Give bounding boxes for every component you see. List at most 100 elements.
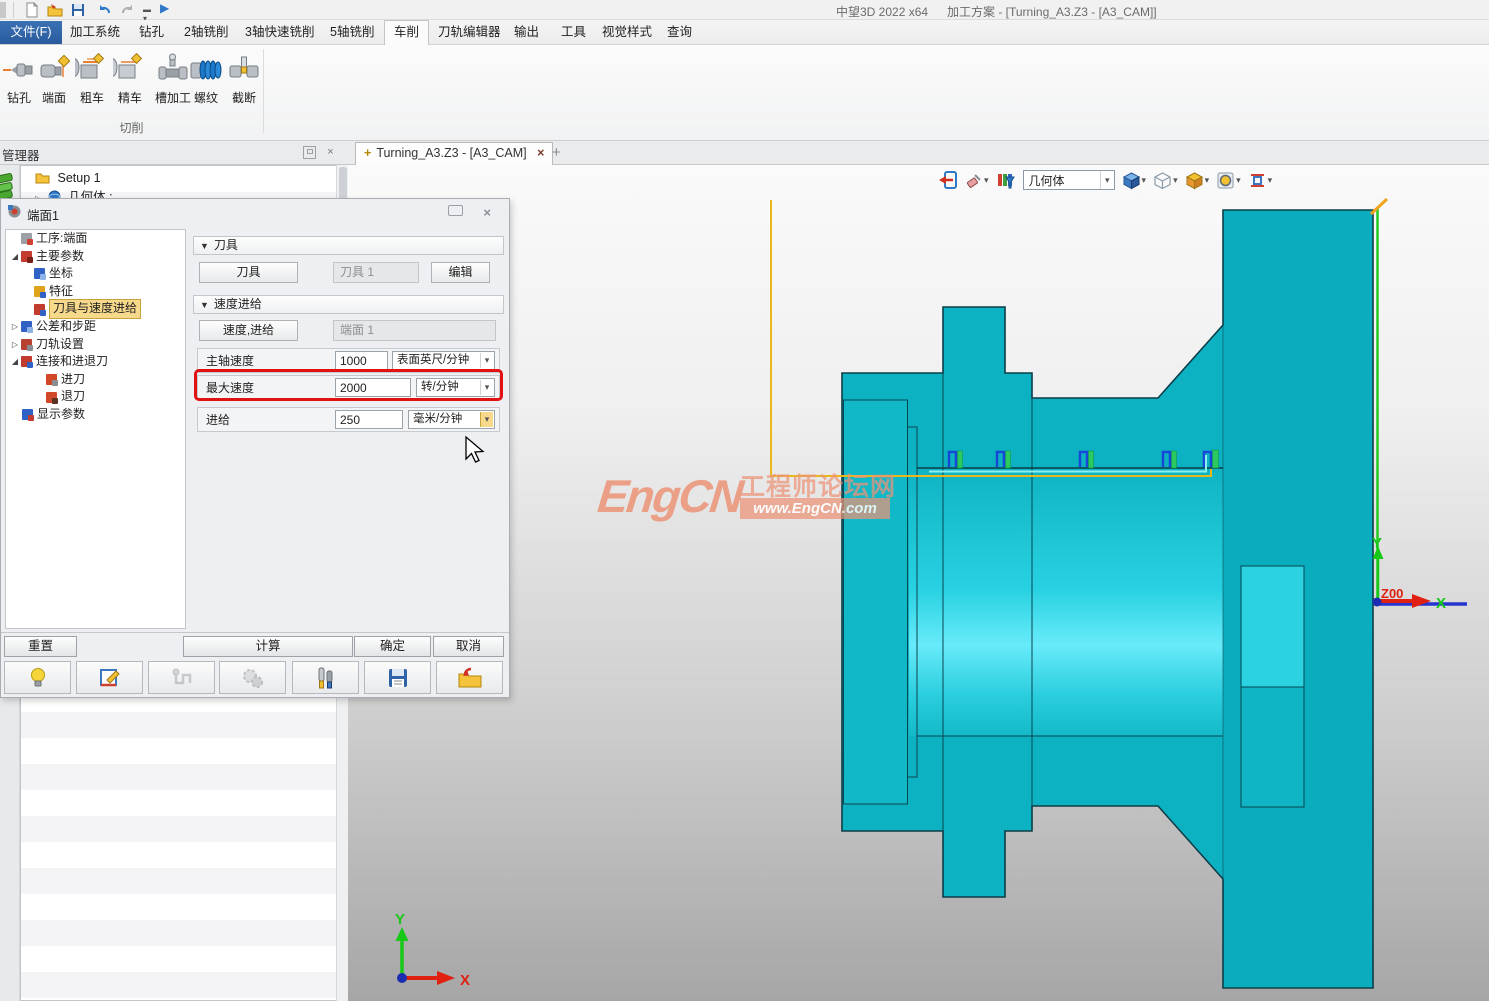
layer-manager-icon[interactable] — [0, 173, 18, 199]
calculate-button[interactable]: 计算 — [183, 636, 353, 657]
shaded-display[interactable]: ▾ — [1122, 171, 1147, 190]
menu-tab-inquire[interactable]: 查询 — [667, 20, 692, 45]
ribbon-tool-facing[interactable]: 端面 — [36, 53, 72, 106]
ribbon-tool-cutoff[interactable]: 截断 — [226, 53, 262, 106]
tree-item-tool-feed[interactable]: 刀具与速度进给 — [6, 300, 185, 318]
wireframe-display[interactable]: ▾ — [1153, 171, 1178, 190]
menu-tab-turning[interactable]: 车削 — [384, 20, 429, 45]
tool-manager-button[interactable] — [292, 661, 359, 694]
menu-tab-5axis-mill[interactable]: 5轴铣削 — [330, 20, 374, 45]
zoom-lens-tool[interactable]: ▾ — [1216, 171, 1241, 190]
hint-button[interactable] — [4, 661, 71, 694]
speed-feed-name-field[interactable]: 端面 1 — [333, 320, 496, 341]
feed-rate-input[interactable] — [335, 410, 403, 429]
lead-in-icon — [46, 374, 57, 385]
view-y-label: Y — [395, 911, 405, 928]
load-operation-button[interactable] — [436, 661, 503, 694]
document-tab[interactable]: +Turning_A3.Z3 - [A3_CAM] × — [355, 142, 553, 165]
ribbon-tool-rough-turn[interactable]: 粗车 — [74, 53, 110, 106]
customize-toolbar-icon[interactable]: ▬▾ — [143, 5, 159, 21]
ribbon: 钻孔 端面 粗车 精车 槽加工 螺纹 截断 切削 — [0, 45, 1489, 141]
machine-y-label: Y — [1372, 535, 1382, 552]
main-params-icon — [21, 251, 32, 262]
operation-dialog: 端面1 × 工序:端面 ◢主要参数 坐标 特征 刀具与速度进给 ▷公差和步距 ▷… — [0, 198, 510, 698]
panel-close-icon[interactable]: × — [324, 146, 337, 159]
menu-tab-drill[interactable]: 钻孔 — [139, 20, 164, 45]
lens-icon — [1216, 171, 1235, 190]
dialog-close-icon[interactable]: × — [483, 205, 491, 220]
model-canvas[interactable]: Y Z00 X Y X — [348, 165, 1489, 1001]
unit-dropdown-icon[interactable]: ▾ — [480, 353, 493, 368]
facing-icon — [37, 53, 71, 87]
reset-button[interactable]: 重置 — [4, 636, 77, 657]
feed-rate-unit-select[interactable]: 毫米/分钟▾ — [408, 410, 495, 429]
menu-tab-visual-style[interactable]: 视觉样式 — [602, 20, 652, 45]
tree-item-feature[interactable]: 特征 — [6, 283, 185, 301]
document-title: 加工方案 - [Turning_A3.Z3 - [A3_CAM]] — [947, 3, 1157, 20]
ribbon-tool-finish-turn[interactable]: 精车 — [112, 53, 148, 106]
feed-section-header[interactable]: ▼速度进给 — [193, 295, 504, 314]
ok-button[interactable]: 确定 — [354, 636, 431, 657]
cancel-button[interactable]: 取消 — [433, 636, 504, 657]
unit-dropdown-icon[interactable]: ▾ — [480, 412, 493, 427]
tool-edit-button[interactable]: 编辑 — [431, 262, 490, 283]
erase-tool[interactable]: ▾ — [965, 171, 989, 189]
ribbon-tool-drill[interactable]: 钻孔 — [2, 53, 36, 106]
viewport-3d[interactable]: Y Z00 X Y X ▾ 几何体 ▾ ▾ ▾ ▾ ▾ ▾ EngCN 工 — [348, 165, 1489, 1001]
menu-tab-output[interactable]: 输出 — [514, 20, 539, 45]
left-end-section-face — [844, 400, 908, 804]
play-icon[interactable]: ▶ — [160, 1, 176, 17]
tree-item-coordinates[interactable]: 坐标 — [6, 265, 185, 283]
new-tab-button[interactable]: + — [552, 144, 561, 161]
link-lead-icon — [21, 356, 32, 367]
tree-item-tolerance[interactable]: ▷公差和步距 — [6, 318, 185, 336]
redo-icon[interactable] — [120, 2, 136, 18]
feature-icon — [34, 286, 45, 297]
save-operation-button[interactable] — [364, 661, 431, 694]
tool-name-field[interactable]: 刀具 1 — [333, 262, 419, 283]
menu-tab-tools[interactable]: 工具 — [561, 20, 586, 45]
tool-button[interactable]: 刀具 — [199, 262, 298, 283]
tree-item-lead-out[interactable]: 退刀 — [6, 388, 185, 406]
panel-restore-icon[interactable] — [303, 146, 316, 159]
open-file-icon[interactable] — [47, 2, 63, 18]
spindle-speed-unit-select[interactable]: 表面英尺/分钟▾ — [392, 351, 495, 370]
dialog-title: 端面1 — [27, 205, 59, 224]
speed-feed-button[interactable]: 速度,进给 — [199, 320, 298, 341]
edit-definition-button[interactable] — [76, 661, 143, 694]
viewport-toolbar: ▾ 几何体 ▾ ▾ ▾ ▾ ▾ ▾ — [938, 168, 1272, 192]
color-filter-icon[interactable] — [996, 171, 1016, 189]
tree-item-setup[interactable]: Setup 1 — [35, 169, 101, 188]
section-view-tool[interactable]: ▾ — [1248, 171, 1273, 190]
comment-icon[interactable] — [448, 205, 463, 216]
menu-tab-3axis-quick-mill[interactable]: 3轴快速铣削 — [245, 20, 314, 45]
tree-item-main-params[interactable]: ◢主要参数 — [6, 248, 185, 266]
tree-item-operation[interactable]: 工序:端面 — [6, 230, 185, 248]
file-menu-button[interactable]: 文件(F) — [0, 21, 62, 44]
tree-item-display-params[interactable]: 显示参数 — [6, 406, 185, 424]
tool-holder-icon — [314, 666, 338, 690]
menu-tab-2axis-mill[interactable]: 2轴铣削 — [184, 20, 228, 45]
tree-item-lead-in[interactable]: 进刀 — [6, 371, 185, 389]
combo-dropdown-icon[interactable]: ▾ — [1100, 171, 1114, 189]
feed-rate-label: 进给 — [206, 411, 230, 428]
tree-item-toolpath-settings[interactable]: ▷刀轨设置 — [6, 336, 185, 354]
save-icon[interactable] — [70, 2, 86, 18]
exit-environment-icon[interactable] — [938, 170, 958, 190]
tree-item-link-lead[interactable]: ◢连接和进退刀 — [6, 353, 185, 371]
undo-icon[interactable] — [96, 2, 112, 18]
tool-section-header[interactable]: ▼刀具 — [193, 236, 504, 255]
app-menu-icon[interactable] — [0, 2, 6, 18]
spindle-speed-input[interactable] — [335, 351, 388, 370]
bounding-box-display[interactable]: ▾ — [1185, 171, 1210, 190]
lightbulb-icon — [28, 667, 48, 689]
display-mode-combo[interactable]: 几何体 ▾ — [1023, 170, 1115, 190]
new-file-icon[interactable] — [24, 2, 40, 18]
tab-close-icon[interactable]: × — [537, 146, 544, 160]
ribbon-tool-thread[interactable]: 螺纹 — [188, 53, 224, 106]
menu-tab-machining-system[interactable]: 加工系统 — [70, 20, 120, 45]
toolpath-button[interactable] — [148, 661, 215, 694]
menu-tab-toolpath-editor[interactable]: 刀轨编辑器 — [438, 20, 501, 45]
machine-simulation-button[interactable] — [219, 661, 286, 694]
view-coordinate-triad: Y X — [395, 911, 470, 989]
